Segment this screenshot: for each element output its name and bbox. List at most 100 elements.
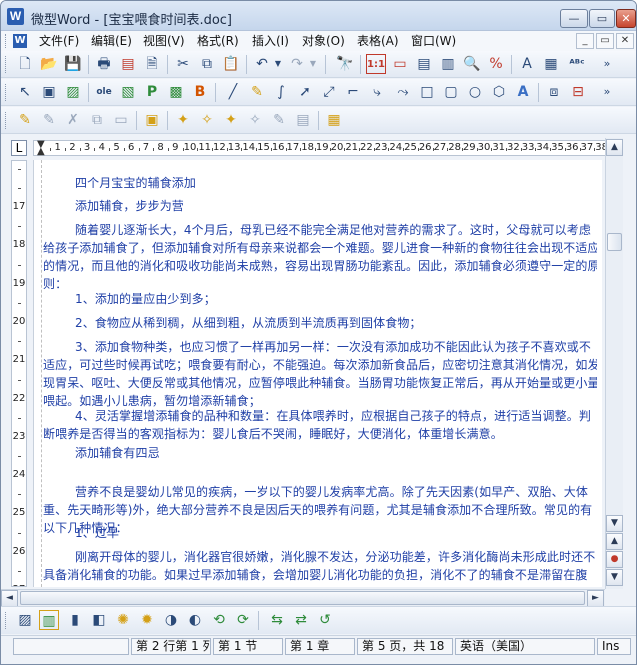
normal-view-icon[interactable]: ▥ xyxy=(438,54,458,74)
open-icon[interactable]: 📂 xyxy=(39,54,59,74)
undo-icon[interactable]: ↶ xyxy=(252,54,272,74)
horizontal-scrollbar[interactable]: ◄ ► xyxy=(1,589,605,607)
rounded-rect-icon[interactable]: ▢ xyxy=(441,82,461,102)
group-icon[interactable]: ⧈ xyxy=(544,82,564,102)
horizontal-ruler[interactable]: 1 2 3 4 5 6 7 8 9 10 11 12 13 14 15 16 17 18 19 20 21 22 23 24 2… xyxy=(33,140,610,157)
document-paragraph[interactable]: 2、食物应从稀到稠，从细到粗，从流质到半流质再到固体食物； xyxy=(43,314,597,332)
edit-points-icon[interactable]: ✎ xyxy=(39,110,59,130)
paste-icon[interactable]: 📋 xyxy=(221,54,241,74)
pen-icon[interactable]: ✎ xyxy=(247,82,267,102)
tool1-icon[interactable]: ▨ xyxy=(15,610,35,630)
zoom-icon[interactable]: 🔍 xyxy=(462,54,482,74)
arrow-icon[interactable]: ➚ xyxy=(295,82,315,102)
mdi-restore-button[interactable]: ▭ xyxy=(596,33,614,49)
mdi-close-button[interactable]: ✕ xyxy=(616,33,634,49)
contrast-down-icon[interactable]: ◐ xyxy=(185,610,205,630)
insert-symbol-icon[interactable]: B xyxy=(190,82,210,102)
document-paragraph[interactable]: 3、添加食物种类，也应习惯了一样再加另一样：一次没有添加成功不能因此认为孩子不喜… xyxy=(43,338,597,410)
menu-view[interactable]: 视图(V) xyxy=(143,33,185,49)
object-frame-icon[interactable]: ▣ xyxy=(142,110,162,130)
contrast-up-icon[interactable]: ◑ xyxy=(161,610,181,630)
toolbar-grip[interactable] xyxy=(5,612,8,629)
wand2-icon[interactable]: ✧ xyxy=(197,110,217,130)
new-icon[interactable]: 🗋 xyxy=(15,54,35,74)
menu-object[interactable]: 对象(O) xyxy=(302,33,345,49)
document-paragraph[interactable]: 添加辅食有四忌 xyxy=(43,444,597,462)
pdf-icon[interactable]: ▤ xyxy=(118,54,138,74)
toolbar-grip[interactable] xyxy=(5,112,8,129)
toolbar-grip[interactable] xyxy=(5,84,8,101)
brightness-up-icon[interactable]: ✺ xyxy=(113,610,133,630)
delete-object-icon[interactable]: ✗ xyxy=(63,110,83,130)
field-icon[interactable]: ▧ xyxy=(118,82,138,102)
undo-dropdown-icon[interactable]: ▼ xyxy=(273,54,283,74)
insert-page-icon[interactable]: P xyxy=(142,82,162,102)
copy-object-icon[interactable]: ⧉ xyxy=(87,110,107,130)
scroll-right-button[interactable]: ► xyxy=(587,590,604,607)
rotate-left-icon[interactable]: ⟲ xyxy=(209,610,229,630)
print-preview-icon[interactable]: 🗎 xyxy=(142,54,162,74)
wordart-icon[interactable]: A xyxy=(513,82,533,102)
document-paragraph[interactable]: 随着婴儿逐渐长大，4个月后，母乳已经不能完全满足他对营养的需求了。这时，父母就可… xyxy=(43,221,597,293)
ole-icon[interactable]: ole xyxy=(94,82,114,102)
insert-table-icon[interactable]: ▦ xyxy=(541,54,561,74)
copy-icon[interactable]: ⧉ xyxy=(197,54,217,74)
contrast-icon[interactable]: ◧ xyxy=(89,610,109,630)
line-icon[interactable]: ╱ xyxy=(223,82,243,102)
object-properties-icon[interactable]: ▦ xyxy=(324,110,344,130)
gradient-icon[interactable]: ▮ xyxy=(65,610,85,630)
align-icon[interactable]: ⊟ xyxy=(568,82,588,102)
close-button[interactable]: ✕ xyxy=(616,9,636,28)
document-paragraph[interactable]: 刚离开母体的婴儿，消化器官很娇嫩，消化腺不发达，分泌功能差，许多消化酶尚未形成此… xyxy=(43,548,597,584)
minimize-button[interactable]: — xyxy=(560,9,588,28)
status-insert-mode[interactable]: Ins xyxy=(597,638,631,655)
cut-icon[interactable]: ✂ xyxy=(173,54,193,74)
vertical-ruler[interactable]: 17 18 19 20 21 22 23 24 25 26 27 xyxy=(11,160,27,587)
hanging-indent-marker-icon[interactable]: ▲ xyxy=(37,147,45,157)
menu-table[interactable]: 表格(A) xyxy=(357,33,399,49)
recolor-icon[interactable]: ⇄ xyxy=(291,610,311,630)
menu-format[interactable]: 格式(R) xyxy=(197,33,239,49)
scroll-left-button[interactable]: ◄ xyxy=(1,590,18,607)
document-paragraph[interactable]: 1、过早 xyxy=(43,524,597,542)
format-object-icon[interactable]: ✎ xyxy=(269,110,289,130)
menu-file[interactable]: 文件(F) xyxy=(39,33,79,49)
wand-icon[interactable]: ✦ xyxy=(173,110,193,130)
document-paragraph[interactable]: 四个月宝宝的辅食添加 xyxy=(43,174,597,192)
vertical-scrollbar[interactable]: ▲ ▼ ▲ ● ▼ xyxy=(605,138,623,589)
mdi-minimize-button[interactable]: _ xyxy=(576,33,594,49)
text-box-icon[interactable]: A xyxy=(517,54,537,74)
reset-icon[interactable]: ↺ xyxy=(315,610,335,630)
elbow-arrow-icon[interactable]: ⤷ xyxy=(367,82,387,102)
paste-object-icon[interactable]: ▭ xyxy=(111,110,131,130)
document-page[interactable]: 四个月宝宝的辅食添加 添加辅食，步步为营 随着婴儿逐渐长大，4个月后，母乳已经不能完… xyxy=(33,160,602,587)
menu-insert[interactable]: 插入(I) xyxy=(252,33,289,49)
spellcheck-icon[interactable]: ᴬᴮᶜ xyxy=(567,54,587,74)
curve-connector-icon[interactable]: ⤳ xyxy=(393,82,413,102)
elbow-connector-icon[interactable]: ⌐ xyxy=(343,82,363,102)
page-view-icon[interactable]: 1:1 xyxy=(366,54,386,74)
scroll-thumb[interactable] xyxy=(607,233,622,251)
shape-icon[interactable]: ⬡ xyxy=(489,82,509,102)
ellipse-icon[interactable]: ○ xyxy=(465,82,485,102)
connector-icon[interactable]: ⤢ xyxy=(319,82,339,102)
curve-icon[interactable]: ∫ xyxy=(271,82,291,102)
hscroll-thumb[interactable] xyxy=(20,591,585,605)
tab-stop-selector[interactable]: L xyxy=(11,140,27,156)
frame-icon[interactable]: ▣ xyxy=(39,82,59,102)
select-icon[interactable]: ↖ xyxy=(15,82,35,102)
menu-window[interactable]: 窗口(W) xyxy=(411,33,456,49)
menu-edit[interactable]: 编辑(E) xyxy=(91,33,132,49)
wand3-icon[interactable]: ✦ xyxy=(221,110,241,130)
document-paragraph[interactable]: 1、添加的量应由少到多； xyxy=(43,290,597,308)
document-icon[interactable]: W xyxy=(13,34,27,48)
menu-grip[interactable] xyxy=(5,34,8,48)
toolbar-grip[interactable] xyxy=(5,56,8,73)
previous-page-button[interactable]: ▲ xyxy=(606,533,623,550)
tool2-icon[interactable]: ▥ xyxy=(39,610,59,630)
browse-object-button[interactable]: ● xyxy=(606,551,623,568)
replace-icon[interactable]: % xyxy=(486,54,506,74)
redo-icon[interactable]: ↷ xyxy=(287,54,307,74)
web-view-icon[interactable]: ▭ xyxy=(390,54,410,74)
next-page-button[interactable]: ▼ xyxy=(606,569,623,586)
